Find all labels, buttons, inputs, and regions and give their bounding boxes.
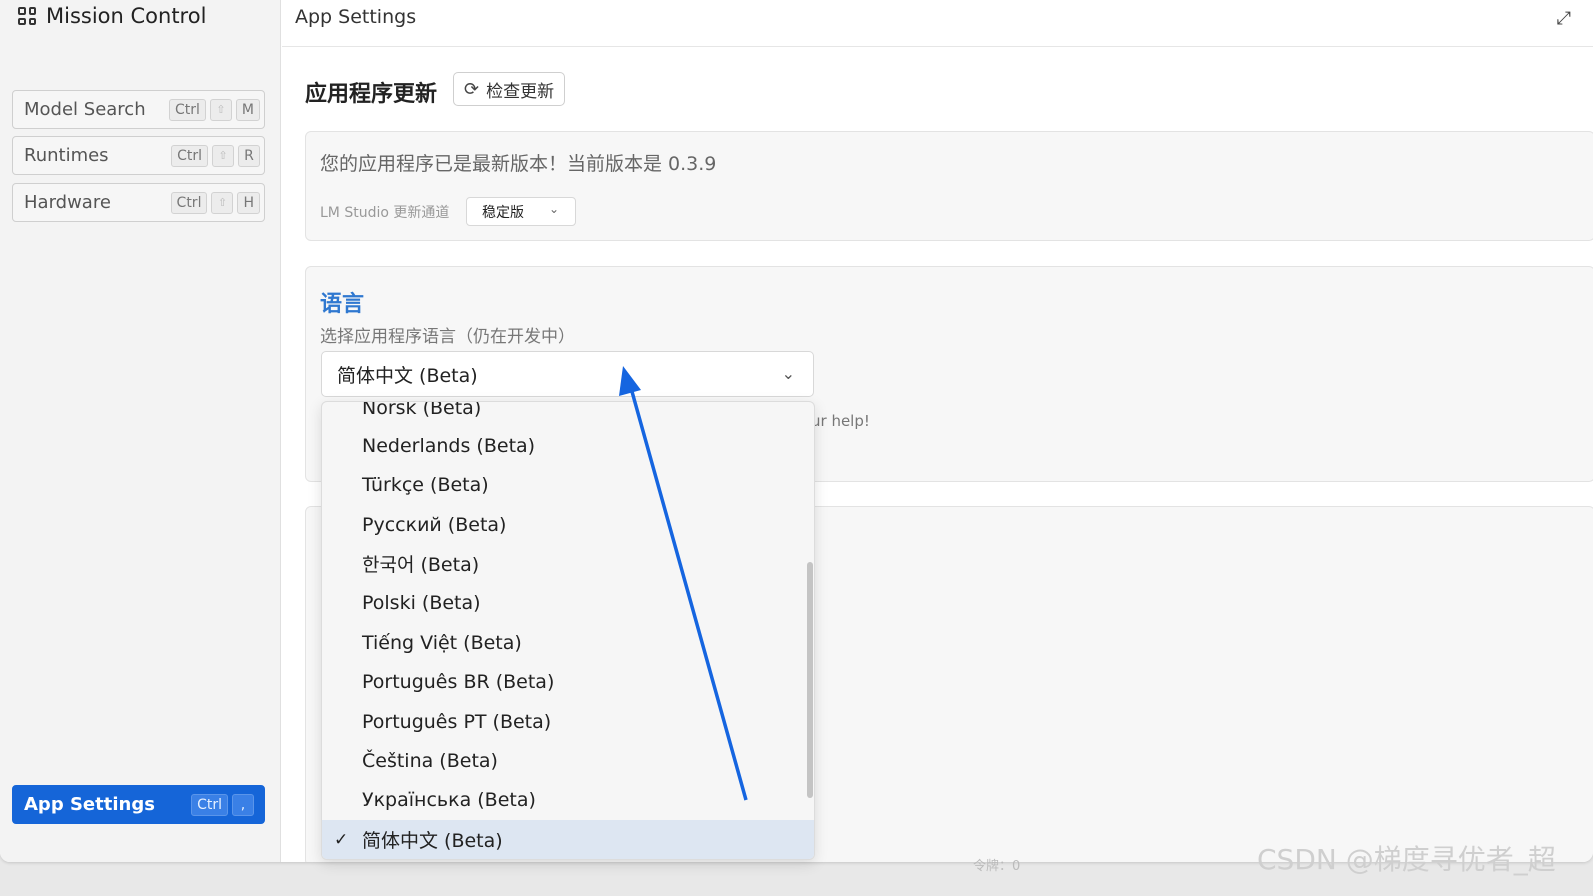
check-updates-button[interactable]: ⟳ 检查更新 [453, 72, 566, 106]
language-select[interactable]: 简体中文 (Beta) ⌄ [321, 351, 814, 397]
language-option-label: Čeština (Beta) [362, 749, 498, 772]
shift-key: ⇧ [212, 144, 234, 167]
language-option-label: Português PT (Beta) [362, 710, 552, 733]
language-option-selected[interactable]: ✓ 简体中文 (Beta) [322, 820, 814, 859]
language-option-label: Polski (Beta) [362, 591, 481, 614]
language-dropdown-list: Norsk (Beta) Nederlands (Beta) Türkçe (B… [321, 401, 815, 860]
language-option-label: Português BR (Beta) [362, 670, 555, 693]
language-option-label: 简体中文 (Beta) [362, 830, 503, 852]
shift-key: ⇧ [211, 191, 234, 214]
language-option[interactable]: Português BR (Beta) [322, 662, 806, 701]
update-channel-label: LM Studio 更新通道 [320, 205, 450, 221]
language-option-label: Русский (Beta) [362, 513, 507, 536]
language-option[interactable]: Čeština (Beta) [322, 741, 806, 780]
language-option[interactable]: Nederlands (Beta) [322, 426, 806, 465]
checkmark-icon: ✓ [334, 829, 349, 850]
language-option-label: Türkçe (Beta) [362, 473, 489, 496]
check-updates-label: 检查更新 [486, 81, 555, 102]
language-option-label: Tiếng Việt (Beta) [362, 631, 522, 654]
shift-key: ⇧ [209, 98, 232, 121]
language-option[interactable]: Português PT (Beta) [322, 702, 806, 741]
language-option-label: 한국어 (Beta) [362, 554, 480, 576]
mission-control-label: Mission Control [46, 4, 207, 28]
expand-icon[interactable]: ⤢ [1557, 8, 1571, 29]
sidebar-item-app-settings[interactable]: App Settings Ctrl , [12, 785, 265, 824]
ctrl-key: Ctrl [168, 98, 206, 121]
mission-control-title: Mission Control [18, 4, 206, 28]
ctrl-key: Ctrl [170, 191, 208, 214]
sidebar-item-hardware[interactable]: Hardware Ctrl ⇧ H [12, 183, 265, 222]
refresh-icon: ⟳ [464, 78, 480, 100]
sidebar-item-label: App Settings [24, 794, 155, 815]
sidebar-item-label: Runtimes [24, 145, 109, 166]
sidebar-item-label: Hardware [24, 192, 111, 213]
language-title: 语言 [320, 292, 365, 317]
watermark: CSDN @梯度寻优者_超 [1257, 843, 1556, 876]
language-option-label: Norsk (Beta) [362, 401, 482, 419]
language-option[interactable]: Tiếng Việt (Beta) [322, 623, 806, 662]
page-title: App Settings [295, 6, 417, 28]
grid-icon [18, 7, 36, 25]
chevron-down-icon: ⌄ [548, 202, 559, 216]
token-count: 令牌：0 [973, 859, 1021, 874]
ctrl-key: Ctrl [191, 793, 228, 816]
language-option[interactable]: Українська (Beta) [322, 780, 806, 819]
letter-key: R [238, 144, 260, 167]
sidebar-item-runtimes[interactable]: Runtimes Ctrl ⇧ R [12, 136, 265, 175]
language-option[interactable]: Русский (Beta) [322, 505, 806, 544]
letter-key: H [237, 191, 260, 214]
comma-key: , [232, 793, 254, 816]
dropdown-scrollbar[interactable] [807, 562, 813, 798]
language-selected-value: 简体中文 (Beta) [337, 364, 478, 387]
update-card: 您的应用程序已是最新版本！当前版本是 0.3.9 LM Studio 更新通道 … [305, 131, 1593, 241]
update-channel-value: 稳定版 [482, 204, 524, 221]
chevron-down-icon: ⌄ [781, 364, 795, 383]
ctrl-key: Ctrl [171, 144, 208, 167]
language-option[interactable]: Polski (Beta) [322, 583, 806, 622]
sidebar: Mission Control Model Search Ctrl ⇧ M Ru… [0, 0, 281, 862]
update-channel-select[interactable]: 稳定版 ⌄ [466, 197, 576, 226]
language-option[interactable]: 한국어 (Beta) [322, 544, 806, 583]
letter-key: M [235, 98, 260, 121]
update-section-heading: 应用程序更新 [305, 82, 438, 107]
language-option[interactable]: Norsk (Beta) [322, 401, 806, 427]
top-bar: App Settings ⤢ [282, 0, 1593, 47]
update-status-message: 您的应用程序已是最新版本！当前版本是 0.3.9 [320, 153, 717, 175]
language-option-label: Українська (Beta) [362, 788, 536, 811]
language-help-text: ur help! [811, 412, 870, 430]
language-option[interactable]: Türkçe (Beta) [322, 465, 806, 504]
language-option-label: Nederlands (Beta) [362, 434, 536, 457]
sidebar-item-model-search[interactable]: Model Search Ctrl ⇧ M [12, 90, 265, 129]
language-subtitle: 选择应用程序语言（仍在开发中） [320, 327, 575, 347]
sidebar-item-label: Model Search [24, 99, 146, 120]
